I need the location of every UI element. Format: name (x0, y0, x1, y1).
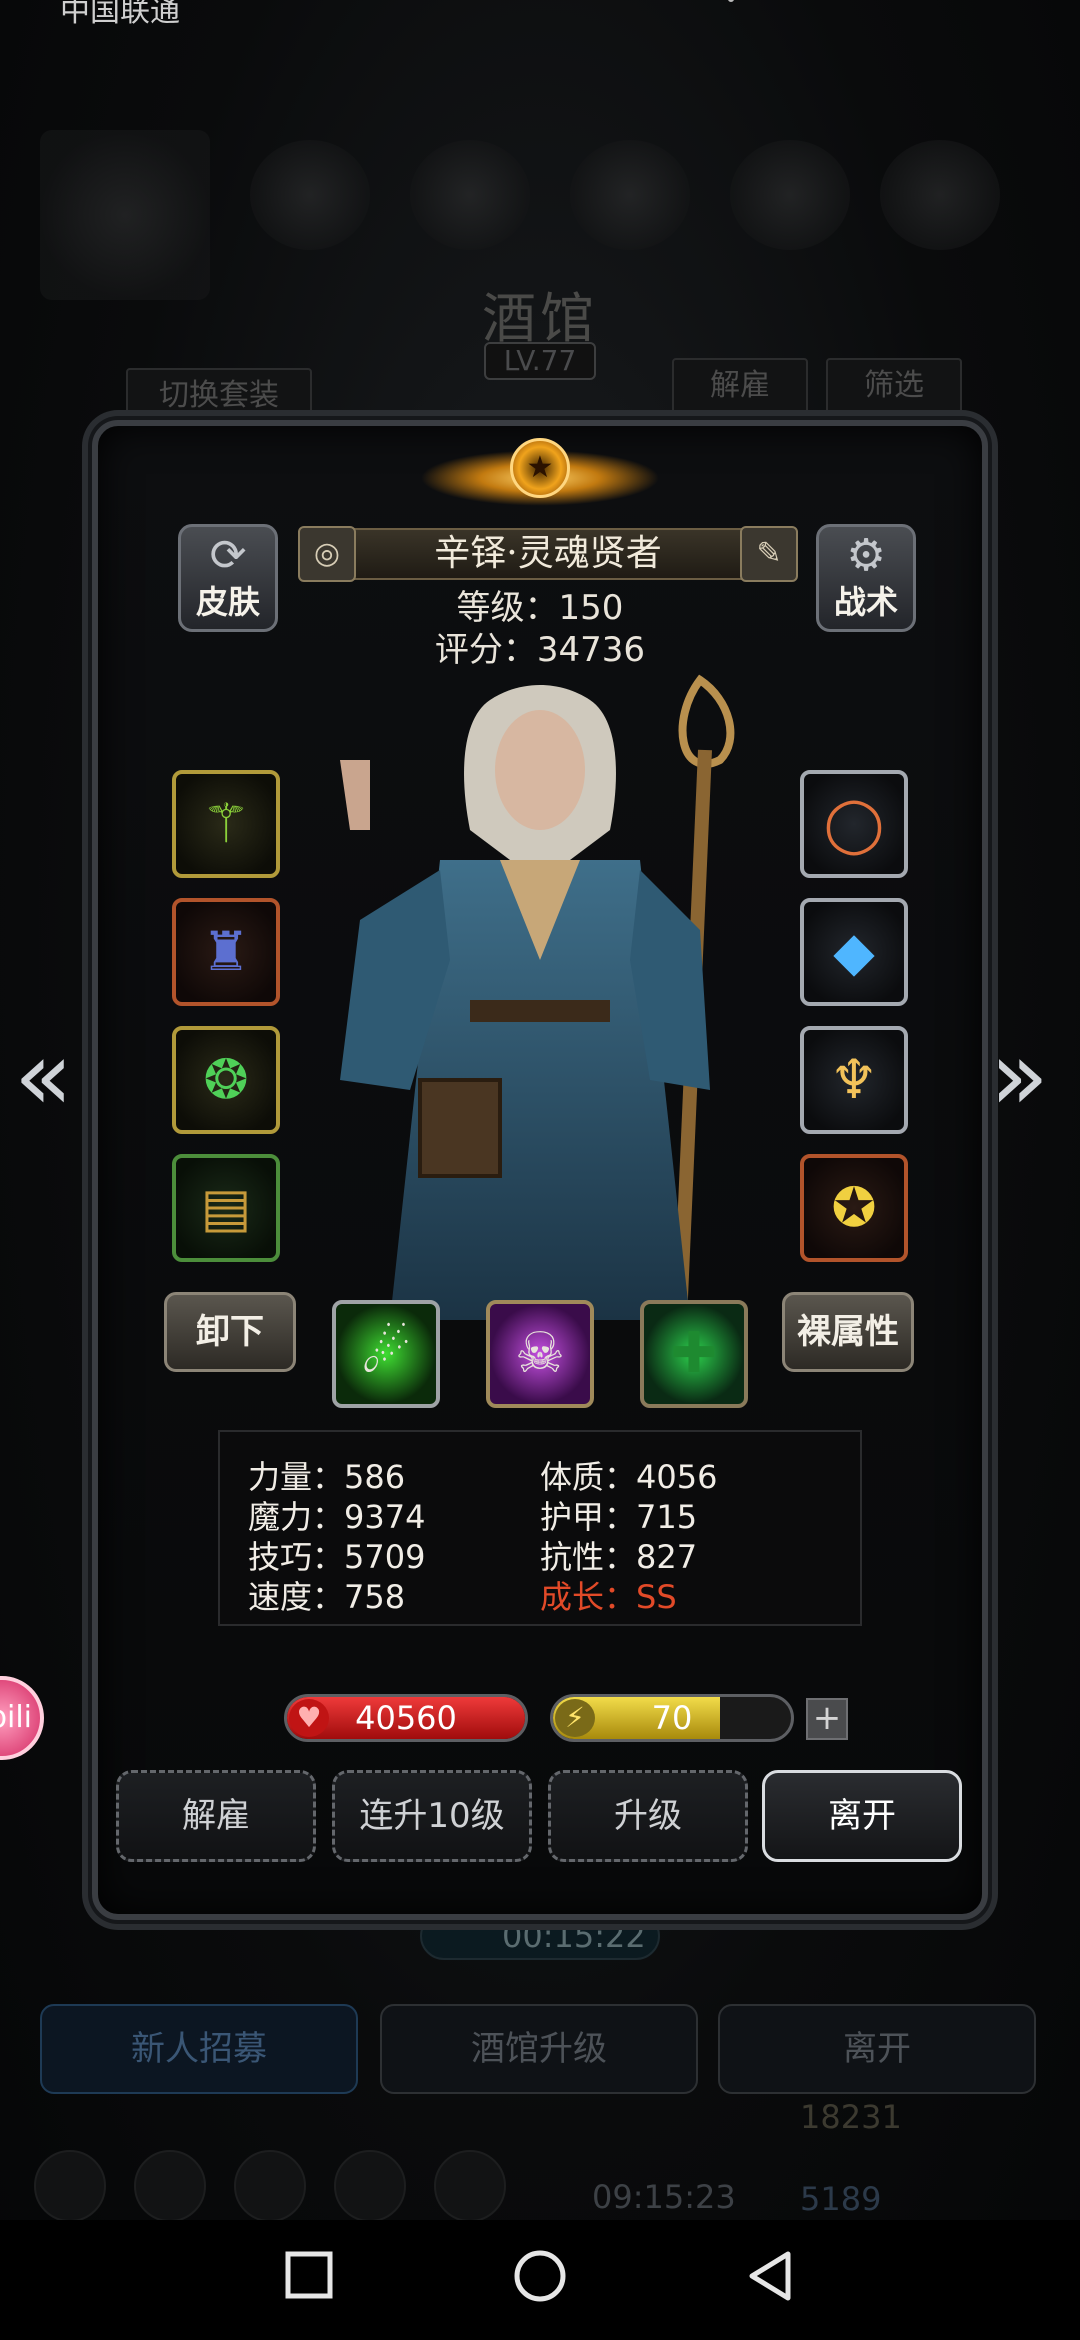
edit-name-icon[interactable]: ✎ (740, 526, 798, 582)
skill-heal-cross-icon[interactable]: ✚ (640, 1300, 748, 1408)
previous-hero-arrow-icon[interactable]: « (14, 1020, 73, 1132)
refresh-icon: ⟳ (209, 530, 247, 581)
bg-orb-icon (410, 140, 530, 250)
bg-switch-suit-button: 切换套装 (126, 368, 312, 424)
bg-menu-icon (34, 2150, 106, 2222)
bg-tavern-level: LV.77 (484, 342, 596, 380)
skin-button[interactable]: ⟳ 皮肤 (178, 524, 278, 632)
bg-menu-icon (234, 2150, 306, 2222)
add-energy-button[interactable]: + (806, 1698, 848, 1740)
dismiss-button[interactable]: 解雇 (116, 1770, 316, 1862)
crest-emblem-icon: ★ (420, 420, 660, 530)
energy-value: 70 (651, 1699, 693, 1737)
medal-icon[interactable]: ◎ (298, 526, 356, 582)
necklace-slot[interactable]: ❂ (172, 1026, 280, 1134)
weapon-staff-slot[interactable]: ⚚ (172, 770, 280, 878)
lantern-icon: ♆ (829, 1048, 879, 1111)
gem-slot[interactable]: ◆ (800, 898, 908, 1006)
carrier-label: 中国联通 (60, 0, 180, 29)
bg-dismiss-button: 解雇 (672, 358, 808, 414)
bg-menu-icon (434, 2150, 506, 2222)
bg-upgrade-tavern-button: 酒馆升级 (380, 2004, 698, 2094)
bg-orb-icon (880, 140, 1000, 250)
book-icon: ▤ (200, 1176, 252, 1239)
emblem-icon: ✪ (831, 1176, 877, 1239)
leave-button[interactable]: 离开 (762, 1770, 962, 1862)
tactics-label: 战术 (833, 583, 898, 621)
gem-icon: ◆ (833, 920, 875, 983)
armor-icon: ♜ (201, 920, 251, 983)
recent-apps-icon[interactable] (284, 2250, 334, 2309)
bg-orb-icon (570, 140, 690, 250)
bg-gem-count: 5189 (800, 2180, 882, 2218)
next-hero-arrow-icon[interactable]: » (990, 1020, 1049, 1132)
necklace-icon: ❂ (203, 1048, 249, 1111)
bg-timer-secondary: 09:15:23 (592, 2178, 736, 2216)
hero-score: 评分：34736 (434, 630, 646, 670)
bg-recruit-button: 新人招募 (40, 2004, 358, 2094)
lantern-slot[interactable]: ♆ (800, 1026, 908, 1134)
armor-slot[interactable]: ♜ (172, 898, 280, 1006)
hp-bar: ♥ 40560 (284, 1694, 528, 1742)
bare-stats-button[interactable]: 裸属性 (782, 1292, 914, 1372)
hero-portrait (340, 674, 735, 1320)
level-up-10-button[interactable]: 连升10级 (332, 1770, 532, 1862)
bg-orb-icon (250, 140, 370, 250)
gear-icon: ⚙ (846, 530, 886, 581)
level-up-button[interactable]: 升级 (548, 1770, 748, 1862)
bg-menu-icon (134, 2150, 206, 2222)
skin-label: 皮肤 (195, 583, 260, 621)
book-slot[interactable]: ▤ (172, 1154, 280, 1262)
staff-icon: ⚚ (201, 792, 251, 855)
bg-menu-icon (334, 2150, 406, 2222)
hero-name: 辛铎·灵魂贤者 (298, 528, 798, 580)
stat-speed: 速度：758 (248, 1578, 406, 1616)
tactics-button[interactable]: ⚙ 战术 (816, 524, 916, 632)
back-icon[interactable] (744, 2250, 796, 2311)
ring-slot[interactable]: ◯ (800, 770, 908, 878)
bg-gold-count: 18231 (800, 2098, 902, 2136)
hp-value: 40560 (355, 1699, 457, 1737)
energy-bar: ⚡ 70 (550, 1694, 794, 1742)
skill-skulls-icon[interactable]: ☠ (486, 1300, 594, 1408)
bg-leave-button: 离开 (718, 2004, 1036, 2094)
ring-icon: ◯ (823, 792, 885, 855)
stat-growth: 成长：SS (540, 1578, 677, 1616)
skill-green-slash-icon[interactable]: ☄ (332, 1300, 440, 1408)
home-icon[interactable] (512, 2248, 568, 2313)
bg-filter-button: 筛选 (826, 358, 962, 414)
emblem-slot[interactable]: ✪ (800, 1154, 908, 1262)
bg-orb-icon (730, 140, 850, 250)
unequip-button[interactable]: 卸下 (164, 1292, 296, 1372)
